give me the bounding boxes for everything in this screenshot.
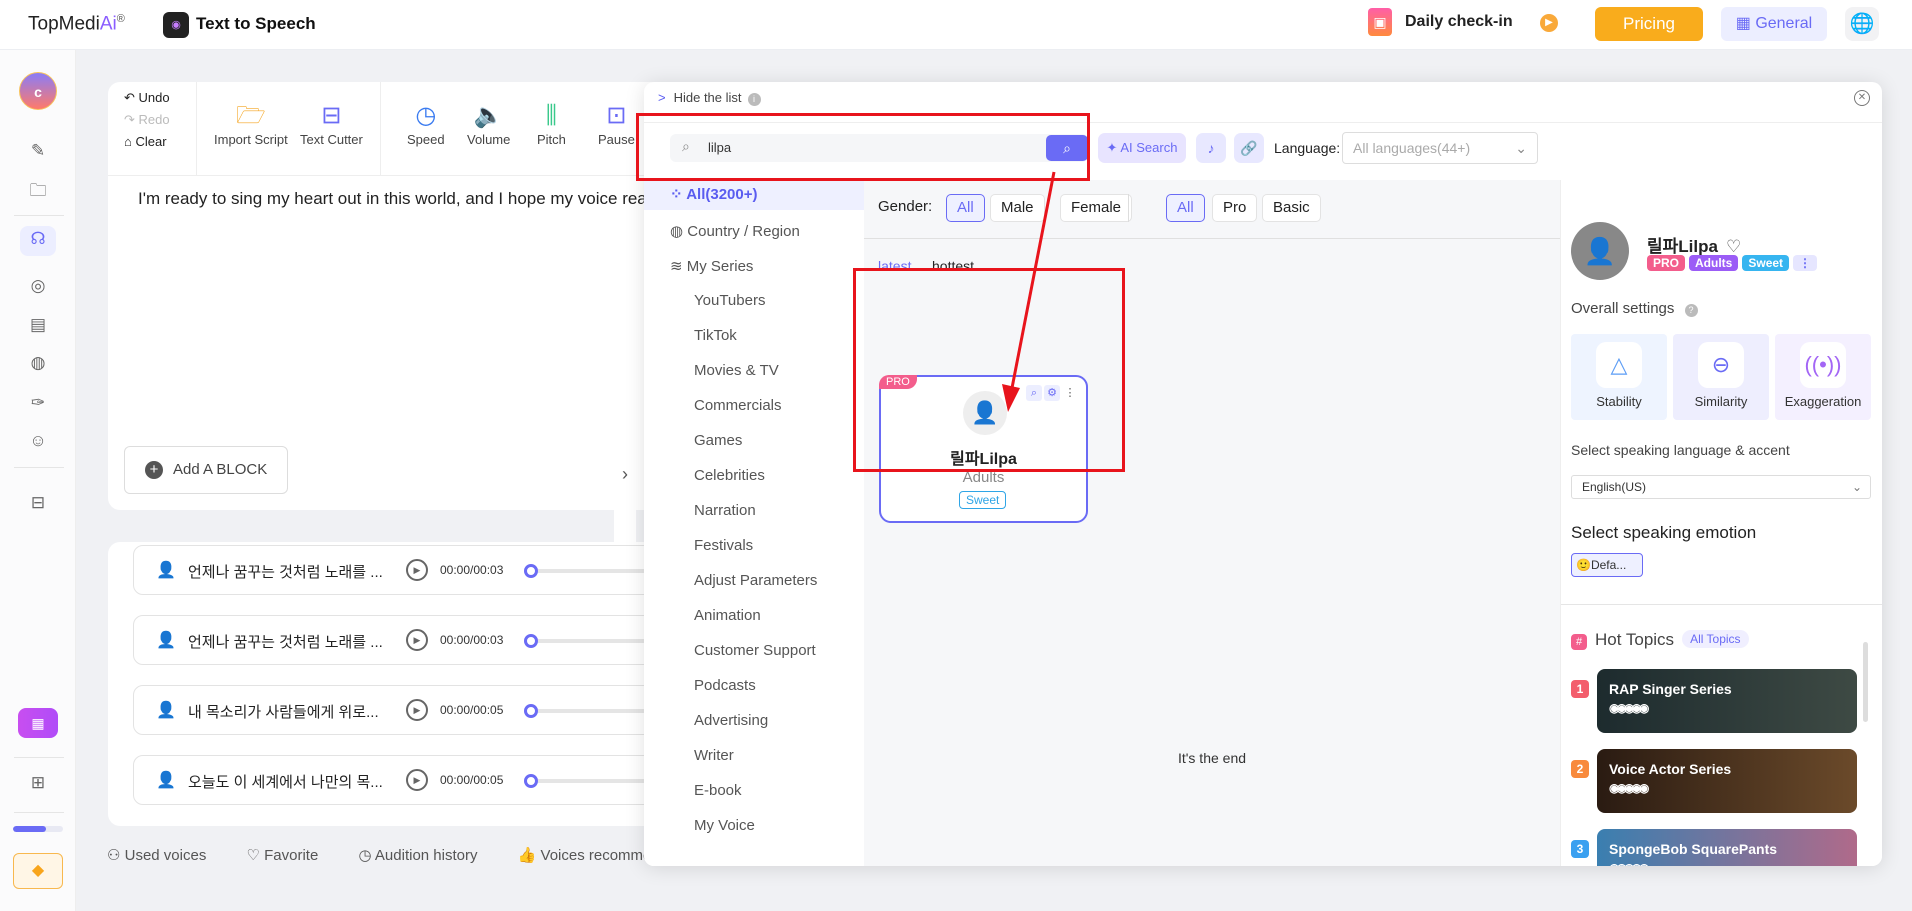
arrow-line xyxy=(1010,171,1056,389)
annotation-arrow xyxy=(1002,171,1056,412)
arrow-head xyxy=(1002,384,1020,412)
